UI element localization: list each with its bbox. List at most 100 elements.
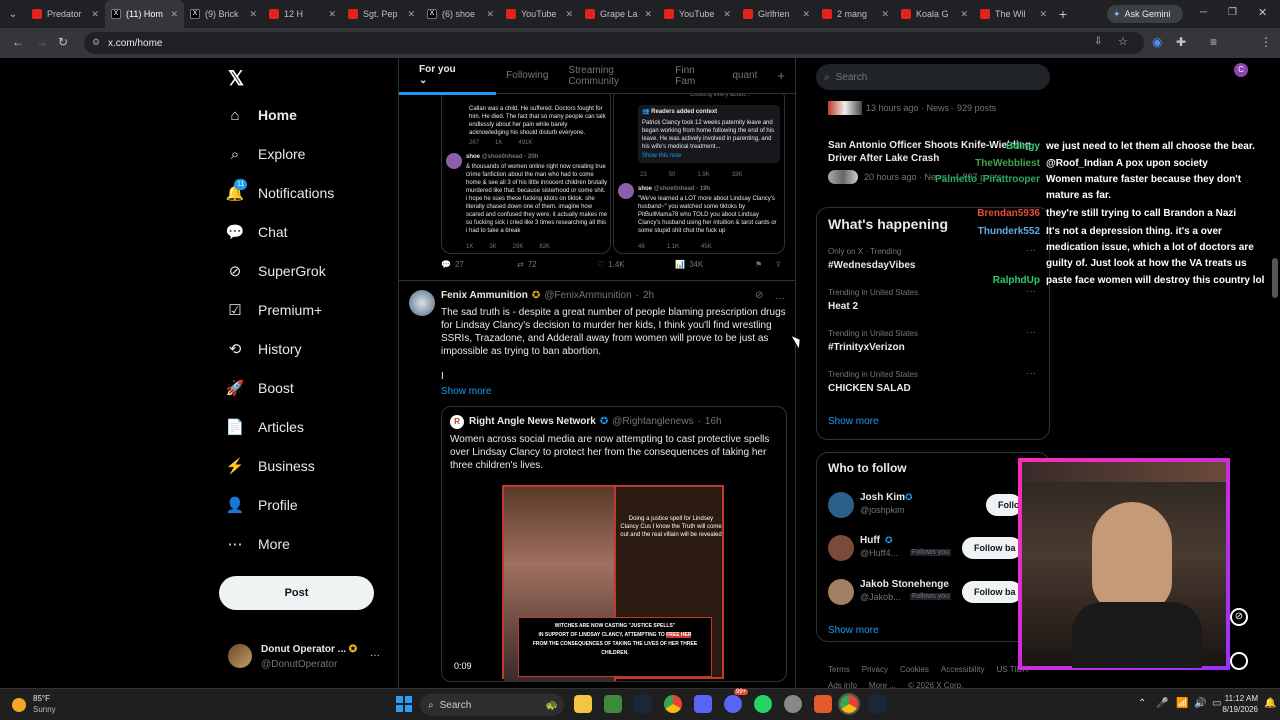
account-menu-icon[interactable]: ··· (370, 650, 380, 661)
tab-search-icon[interactable]: ⌄ (0, 0, 26, 28)
file-explorer-icon[interactable] (574, 695, 592, 713)
browser-tab[interactable]: Predator ✕ (26, 0, 105, 28)
discord-icon[interactable]: 99+ (724, 689, 749, 713)
nav-item-history[interactable]: ⟲ History (226, 340, 302, 358)
follow-button[interactable]: Follow ba (962, 581, 1022, 603)
nav-item-explore[interactable]: ⌕ Explore (226, 145, 306, 163)
minimize-icon[interactable]: ─ (1200, 7, 1207, 18)
fenix-avatar[interactable] (409, 290, 435, 316)
steam-icon[interactable] (634, 695, 652, 713)
close-tab-icon[interactable]: ✕ (486, 9, 494, 20)
show-more-link[interactable]: Show more (441, 386, 492, 397)
new-tab-icon[interactable]: + (1053, 6, 1073, 22)
show-note-link[interactable]: Show this note (638, 151, 780, 161)
close-tab-icon[interactable]: ✕ (328, 9, 336, 20)
app-icon[interactable] (814, 695, 832, 713)
follow-name[interactable]: Josh Kim (860, 492, 905, 503)
install-app-icon[interactable]: ⇩ (1094, 36, 1102, 47)
app-icon[interactable] (784, 695, 802, 713)
follow-name[interactable]: Huff (860, 535, 880, 546)
back-icon[interactable]: ← (12, 35, 24, 49)
browser-tab[interactable]: 2 mang ✕ (816, 0, 895, 28)
trend-name[interactable]: Heat 2 (828, 301, 858, 312)
maximize-icon[interactable]: ❐ (1228, 7, 1237, 18)
follow-name[interactable]: Jakob Stonehenge (860, 579, 949, 590)
notification-bell-icon[interactable]: 🔔 (1264, 698, 1276, 709)
nav-item-chat[interactable]: 💬 Chat (226, 223, 288, 241)
post-handle[interactable]: @FenixAmmunition (544, 290, 631, 301)
follow-button[interactable]: Follow ba (962, 537, 1022, 559)
close-window-icon[interactable]: ✕ (1258, 6, 1267, 19)
address-bar[interactable]: ⚙ x.com/home ⇩ ☆ (84, 32, 1144, 54)
bookmark-star-icon[interactable]: ☆ (1118, 35, 1128, 48)
tab-streaming-community[interactable]: Streaming Community (558, 65, 665, 87)
tab-for-you[interactable]: For you ⌄ (399, 58, 497, 95)
quoted-post-right[interactable]: Cooking every about... 👥 Readers added c… (613, 88, 785, 254)
grok-icon[interactable]: ⊘ (755, 290, 763, 301)
share-icon[interactable]: ⇪ (775, 260, 782, 269)
tab-finn-fam[interactable]: Finn Fam (665, 65, 722, 87)
chrome-icon[interactable] (664, 695, 682, 713)
browser-tab[interactable]: Grape La ✕ (579, 0, 658, 28)
close-tab-icon[interactable]: ✕ (644, 9, 652, 20)
footer-link[interactable]: Accessibility (941, 662, 985, 678)
page-scrollbar[interactable] (1272, 258, 1278, 298)
wifi-icon[interactable]: 📶 (1176, 698, 1188, 709)
add-tab-icon[interactable]: + (767, 68, 795, 83)
quoted-image[interactable]: Doing a justice spell for Lindsey Clancy… (502, 485, 724, 681)
clock-date[interactable]: 8/19/2026 (1214, 705, 1258, 714)
repost-button[interactable]: ⇄ 72 (517, 260, 537, 269)
post-button[interactable]: Post (219, 576, 374, 610)
browser-tab[interactable]: Koala G ✕ (895, 0, 974, 28)
volume-icon[interactable]: 🔊 (1194, 698, 1206, 709)
browser-tab[interactable]: YouTube ✕ (500, 0, 579, 28)
close-tab-icon[interactable]: ✕ (802, 9, 810, 20)
chrome-active-icon[interactable] (838, 693, 860, 715)
media-controls-icon[interactable]: ≡ (1210, 35, 1217, 49)
follow-avatar[interactable] (828, 579, 854, 605)
show-more-trends[interactable]: Show more (828, 416, 879, 427)
profile-avatar[interactable]: C (1234, 63, 1248, 77)
weather-temp[interactable]: 85°F (33, 694, 50, 703)
post-author[interactable]: Fenix Ammunition (441, 290, 528, 301)
close-tab-icon[interactable]: ✕ (960, 9, 968, 20)
follow-avatar[interactable] (828, 535, 854, 561)
like-button[interactable]: ♡ 1.4K (597, 260, 625, 269)
trend-name[interactable]: #WednesdayVibes (828, 260, 915, 271)
nav-item-premium[interactable]: ☑ Premium+ (226, 301, 322, 319)
steam-icon[interactable] (868, 695, 886, 713)
nav-item-boost[interactable]: 🚀 Boost (226, 379, 294, 397)
browser-tab[interactable]: YouTube ✕ (658, 0, 737, 28)
extension-icon[interactable]: ◉ (1152, 35, 1162, 49)
tab-quant[interactable]: quant (722, 70, 767, 81)
browser-tab[interactable]: X (9) Brick ✕ (184, 0, 263, 28)
tray-chevron-icon[interactable]: ⌃ (1138, 698, 1146, 709)
nav-item-notifications[interactable]: 🔔 11 Notifications (226, 179, 334, 202)
close-tab-icon[interactable]: ✕ (170, 9, 178, 20)
close-tab-icon[interactable]: ✕ (723, 9, 731, 20)
browser-tab[interactable]: 12 H ✕ (263, 0, 342, 28)
account-avatar[interactable] (228, 644, 252, 668)
browser-tab[interactable]: Sgt. Pep ✕ (342, 0, 421, 28)
ask-gemini-button[interactable]: ✦ Ask Gemini (1107, 5, 1183, 23)
trend-menu-icon[interactable]: ··· (1026, 327, 1036, 338)
footer-link[interactable]: Privacy (862, 662, 888, 678)
x-logo-icon[interactable]: 𝕏 (228, 66, 244, 91)
show-more-follows[interactable]: Show more (828, 625, 879, 636)
trend-menu-icon[interactable]: ··· (1026, 245, 1036, 256)
close-tab-icon[interactable]: ✕ (1039, 9, 1047, 20)
windows-start-icon[interactable] (396, 696, 412, 712)
quoted-post[interactable]: R Right Angle News Network ✪ @Rightangle… (441, 406, 787, 682)
nav-item-more[interactable]: ⋯ More (226, 535, 290, 553)
bookmark-icon[interactable]: ⚑ (755, 260, 762, 269)
follow-avatar[interactable] (828, 492, 854, 518)
trend-name[interactable]: CHICKEN SALAD (828, 383, 911, 394)
taskbar-search[interactable]: ⌕ Search 🐢 (420, 694, 564, 716)
browser-tab[interactable]: The Wil ✕ (974, 0, 1053, 28)
close-tab-icon[interactable]: ✕ (881, 9, 889, 20)
close-tab-icon[interactable]: ✕ (91, 9, 99, 20)
close-tab-icon[interactable]: ✕ (249, 9, 257, 20)
tab-following[interactable]: Following (496, 70, 558, 81)
reload-icon[interactable]: ↻ (58, 35, 68, 49)
post-menu-icon[interactable]: ··· (775, 288, 785, 306)
